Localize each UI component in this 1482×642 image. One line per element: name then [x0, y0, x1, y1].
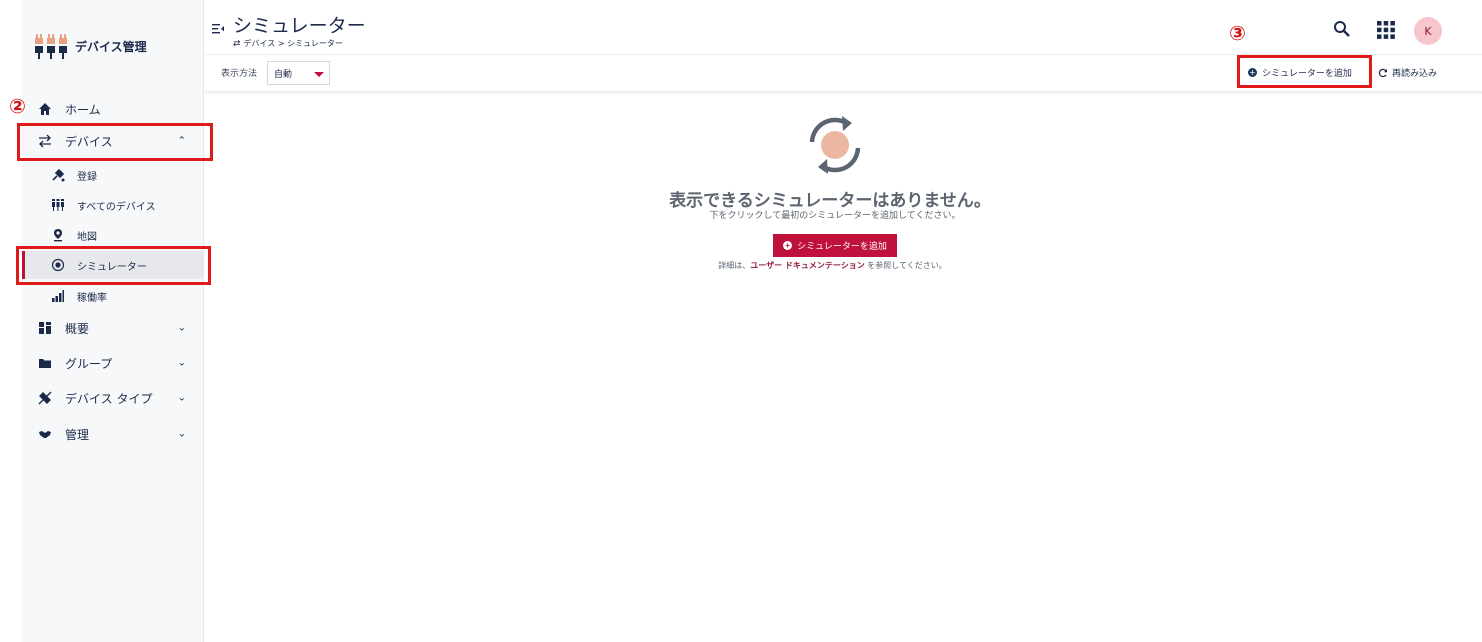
chevron-down-icon: ⌄: [177, 322, 186, 334]
sidebar-item-label: 稼働率: [77, 292, 107, 304]
reload-label: 再読み込み: [1392, 69, 1438, 79]
plus-circle-icon: +: [783, 241, 793, 250]
brand-logo-icon: [35, 34, 67, 59]
page-title: シミュレーター: [233, 15, 366, 37]
sidebar-item-availability[interactable]: 稼働率: [22, 282, 204, 310]
annotation-box-devices: [17, 123, 213, 161]
sidebar-item-label: 地図: [77, 231, 97, 243]
simulator-empty-icon: [809, 116, 861, 174]
docs-suffix: を参照してください。: [864, 261, 947, 270]
breadcrumb-text[interactable]: デバイス > シミュレーター: [244, 38, 343, 49]
annotation-box-add-simulator: [1237, 55, 1372, 88]
sidebar-item-overview[interactable]: 概要 ⌄: [22, 313, 204, 343]
view-mode-value: 自動: [274, 69, 293, 80]
swap-arrows-icon: ⇄: [233, 38, 241, 49]
dashboard-icon: [37, 320, 53, 336]
collapse-sidebar-icon[interactable]: [212, 24, 224, 34]
docs-hint: 詳細は、ユーザー ドキュメンテーション を参照してください。: [0, 260, 1482, 271]
caret-down-icon: [314, 72, 324, 77]
device-type-icon: [37, 390, 53, 406]
sidebar-item-map[interactable]: 地図: [22, 221, 204, 249]
plug-icon: [50, 167, 66, 183]
docs-prefix: 詳細は、: [718, 261, 751, 270]
sidebar-item-home[interactable]: ホーム: [22, 94, 204, 124]
empty-state-subtitle: 下をクリックして最初のシミュレーターを追加してください。: [709, 211, 961, 221]
brand-name: デバイス管理: [75, 39, 147, 54]
brand[interactable]: デバイス管理: [34, 28, 147, 64]
sidebar-item-label: 管理: [65, 427, 90, 442]
sidebar-item-label: グループ: [65, 356, 113, 371]
header-shadow: [205, 91, 1482, 95]
home-icon: [37, 101, 53, 117]
annotation-box-simulator: [16, 246, 211, 285]
app-switcher-icon[interactable]: [1377, 21, 1395, 39]
reload-icon: [1378, 68, 1388, 77]
sidebar-item-label: ホーム: [65, 102, 101, 117]
chevron-down-icon: ⌄: [177, 357, 186, 369]
folder-icon: [37, 355, 53, 371]
breadcrumb: ⇄ デバイス > シミュレーター: [233, 38, 343, 49]
search-icon[interactable]: [1333, 20, 1351, 38]
sidebar-item-label: 登録: [77, 171, 97, 183]
sidebar-item-admin[interactable]: 管理 ⌄: [22, 419, 204, 449]
reload-link[interactable]: 再読み込み: [1378, 66, 1437, 79]
handshake-icon: [37, 426, 53, 442]
bar-chart-icon: [50, 288, 66, 304]
sidebar-item-label: デバイス タイプ: [65, 391, 153, 406]
app-window: デバイス管理 ホーム デバイス ⌃ 登録 すべてのデバイス 地図 シミュレーター…: [0, 0, 1482, 642]
user-docs-link[interactable]: ユーザー ドキュメンテーション: [750, 261, 864, 270]
annotation-step-2: ②: [9, 94, 26, 118]
add-simulator-button-label: シミュレーターを追加: [797, 241, 887, 251]
annotation-step-3: ③: [1229, 21, 1246, 45]
sidebar-item-groups[interactable]: グループ ⌄: [22, 348, 204, 378]
view-mode-select[interactable]: 自動: [267, 61, 330, 85]
map-pin-icon: [50, 227, 66, 243]
chevron-down-icon: ⌄: [177, 392, 186, 404]
avatar[interactable]: K: [1414, 17, 1442, 45]
view-mode-label: 表示方法: [221, 69, 258, 79]
sidebar-item-device-types[interactable]: デバイス タイプ ⌄: [22, 383, 204, 413]
sidebar-item-label: 概要: [65, 321, 90, 336]
sidebar: デバイス管理 ホーム デバイス ⌃ 登録 すべてのデバイス 地図 シミュレーター…: [22, 0, 204, 642]
add-simulator-button[interactable]: + シミュレーターを追加: [773, 234, 897, 257]
chevron-down-icon: ⌄: [177, 428, 186, 440]
sidebar-item-register[interactable]: 登録: [22, 161, 204, 189]
